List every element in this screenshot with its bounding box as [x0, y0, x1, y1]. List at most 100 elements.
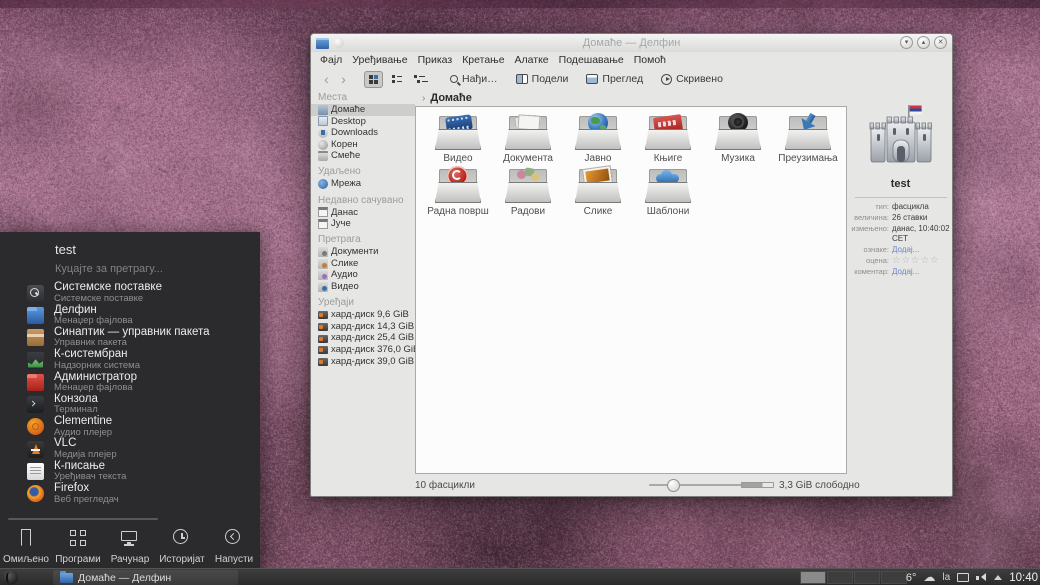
sidebar-item[interactable]: Слике — [318, 258, 415, 270]
folder-label: Музика — [721, 153, 755, 164]
temperature-widget[interactable]: 6° — [906, 572, 917, 584]
folder-item[interactable]: Видео — [423, 115, 493, 168]
close-button[interactable]: ✕ — [934, 36, 947, 49]
folder-label: Радови — [511, 206, 545, 217]
menu-item[interactable]: Подешавање — [554, 54, 629, 66]
keyboard-layout[interactable]: la — [942, 572, 950, 583]
sidebar-item[interactable]: Документи — [318, 246, 415, 258]
icons-view-button[interactable] — [364, 71, 383, 88]
pager-desktop[interactable] — [827, 571, 853, 584]
calendar-icon — [318, 207, 328, 217]
back-button[interactable]: ‹ — [319, 70, 334, 88]
details-view-button[interactable] — [410, 71, 429, 88]
launcher-app-item[interactable]: Синаптик — управник пакетаУправник пакет… — [0, 327, 260, 349]
preview-button[interactable]: Преглед — [578, 69, 651, 89]
titlebar[interactable]: Домаће — Делфин ▾ ▴ ✕ — [311, 34, 952, 52]
menu-item[interactable]: Уређивање — [347, 54, 412, 66]
sidebar-item[interactable]: хард-диск 376,0 GiB — [318, 344, 415, 356]
sidebar-item[interactable]: Смеће — [318, 150, 415, 162]
sidebar-item[interactable]: Видео — [318, 281, 415, 293]
rating-stars[interactable]: ☆☆☆☆☆ — [892, 256, 940, 266]
folder-item[interactable]: Шаблони — [633, 168, 703, 221]
menu-item[interactable]: Приказ — [413, 54, 458, 66]
folder-view[interactable]: ВидеоДокументаЈавноКњиге Музика Преузимања… — [415, 106, 847, 474]
folder-item[interactable]: Радови — [493, 168, 563, 221]
launcher-app-item[interactable]: Системске поставкеСистемске поставке — [0, 282, 260, 304]
find-button[interactable]: Нађи… — [442, 69, 506, 89]
folder-item[interactable]: Слике — [563, 168, 633, 221]
konsole-icon — [27, 396, 44, 413]
zoom-slider-knob[interactable] — [667, 479, 680, 492]
launcher-tab-computer[interactable]: Рачунар — [104, 524, 156, 565]
info-label: коментар: — [851, 267, 892, 277]
add-link[interactable]: Додај... — [892, 267, 919, 277]
launcher-app-item[interactable]: КонзолаТерминал — [0, 393, 260, 415]
search-input[interactable] — [55, 263, 245, 275]
tray-expand-icon[interactable] — [994, 571, 1002, 580]
launcher-app-item[interactable]: FirefoxВеб прегледач — [0, 483, 260, 505]
forward-button[interactable]: › — [336, 70, 351, 88]
sidebar-item-label: Јуче — [331, 218, 351, 230]
desktop: Домаће — Делфин ▾ ▴ ✕ ФајлУређивањеПрика… — [0, 0, 1040, 585]
launcher-user: test — [55, 242, 76, 257]
wallpaper-top-band — [0, 0, 1040, 8]
sidebar-item-label: хард-диск 376,0 GiB — [331, 344, 415, 356]
sidebar-item[interactable]: Аудио — [318, 269, 415, 281]
folder-item[interactable]: Преузимања — [773, 115, 843, 168]
display-icon[interactable] — [957, 573, 969, 582]
pager-desktop[interactable] — [854, 571, 880, 584]
add-link[interactable]: Додај... — [892, 245, 919, 255]
compact-view-icon-lines — [397, 76, 402, 78]
sidebar-item[interactable]: Downloads — [318, 127, 415, 139]
sidebar-item[interactable]: хард-диск 25,4 GiB — [318, 332, 415, 344]
sidebar-item[interactable]: Јуче — [318, 218, 415, 230]
weather-icon[interactable]: ☁ — [923, 569, 935, 585]
launcher-tab-history[interactable]: Историјат — [156, 524, 208, 565]
taskbar-task-dolphin[interactable]: Домаће — Делфин — [53, 570, 238, 585]
launcher-tab-apps[interactable]: Програми — [52, 524, 104, 565]
breadcrumb[interactable]: ›Домаће — [415, 90, 847, 106]
launcher-app-item[interactable]: VLCМедија плејер — [0, 438, 260, 460]
folder-item[interactable]: Јавно — [563, 115, 633, 168]
menu-item[interactable]: Алатке — [510, 54, 554, 66]
sidebar-item[interactable]: Домаће — [318, 104, 415, 116]
sidebar-item[interactable]: хард-диск 39,0 GiB — [318, 356, 415, 368]
folder-item[interactable]: Књиге — [633, 115, 703, 168]
menu-item[interactable]: Помоћ — [629, 54, 671, 66]
zoom-slider[interactable] — [649, 484, 747, 486]
menubar: ФајлУређивањеПриказКретањеАлаткеПодешава… — [311, 52, 952, 68]
hidden-button[interactable]: Скривено — [653, 69, 731, 89]
launcher-app-item[interactable]: АдминистраторМенаџер фајлова — [0, 371, 260, 393]
split-button[interactable]: Подели — [508, 69, 577, 89]
sidebar-item[interactable]: Desktop — [318, 116, 415, 128]
minimize-button[interactable]: ▾ — [900, 36, 913, 49]
pager-desktop[interactable] — [881, 571, 907, 584]
menu-item[interactable]: Фајл — [315, 54, 347, 66]
launcher-app-item[interactable]: К-писањеУређивач текста — [0, 460, 260, 482]
compact-view-button[interactable] — [387, 71, 406, 88]
desktop-pager — [800, 571, 907, 584]
folder-label: Преузимања — [778, 153, 838, 164]
maximize-button[interactable]: ▴ — [917, 36, 930, 49]
volume-icon[interactable] — [976, 572, 987, 583]
launcher-app-item[interactable]: ДелфинМенаџер фајлова — [0, 304, 260, 326]
launcher-tab-leave[interactable]: Напусти — [208, 524, 260, 565]
pager-desktop[interactable] — [800, 571, 826, 584]
sidebar-item-label: хард-диск 14,3 GiB — [331, 321, 414, 333]
sidebar-item[interactable]: Мрежа — [318, 178, 415, 190]
launcher-tab-bookmark[interactable]: Омиљено — [0, 524, 52, 565]
sidebar-item[interactable]: хард-диск 9,6 GiB — [318, 309, 415, 321]
clock[interactable]: 10:40 — [1009, 572, 1038, 584]
capacity-bar — [741, 482, 774, 488]
launcher-app-item[interactable]: К-систембранНадзорник система — [0, 349, 260, 371]
folder-icon — [645, 115, 691, 150]
launcher-app-item[interactable]: ClementineАудио плејер — [0, 416, 260, 438]
sidebar-item[interactable]: Данас — [318, 207, 415, 219]
menu-item[interactable]: Кретање — [457, 54, 509, 66]
folder-item[interactable]: Документа — [493, 115, 563, 168]
sidebar-item[interactable]: Корен — [318, 139, 415, 151]
sidebar-item[interactable]: хард-диск 14,3 GiB — [318, 321, 415, 333]
folder-item[interactable]: Музика — [703, 115, 773, 168]
folder-item[interactable]: Радна површ — [423, 168, 493, 221]
app-launcher-button[interactable] — [3, 570, 18, 585]
